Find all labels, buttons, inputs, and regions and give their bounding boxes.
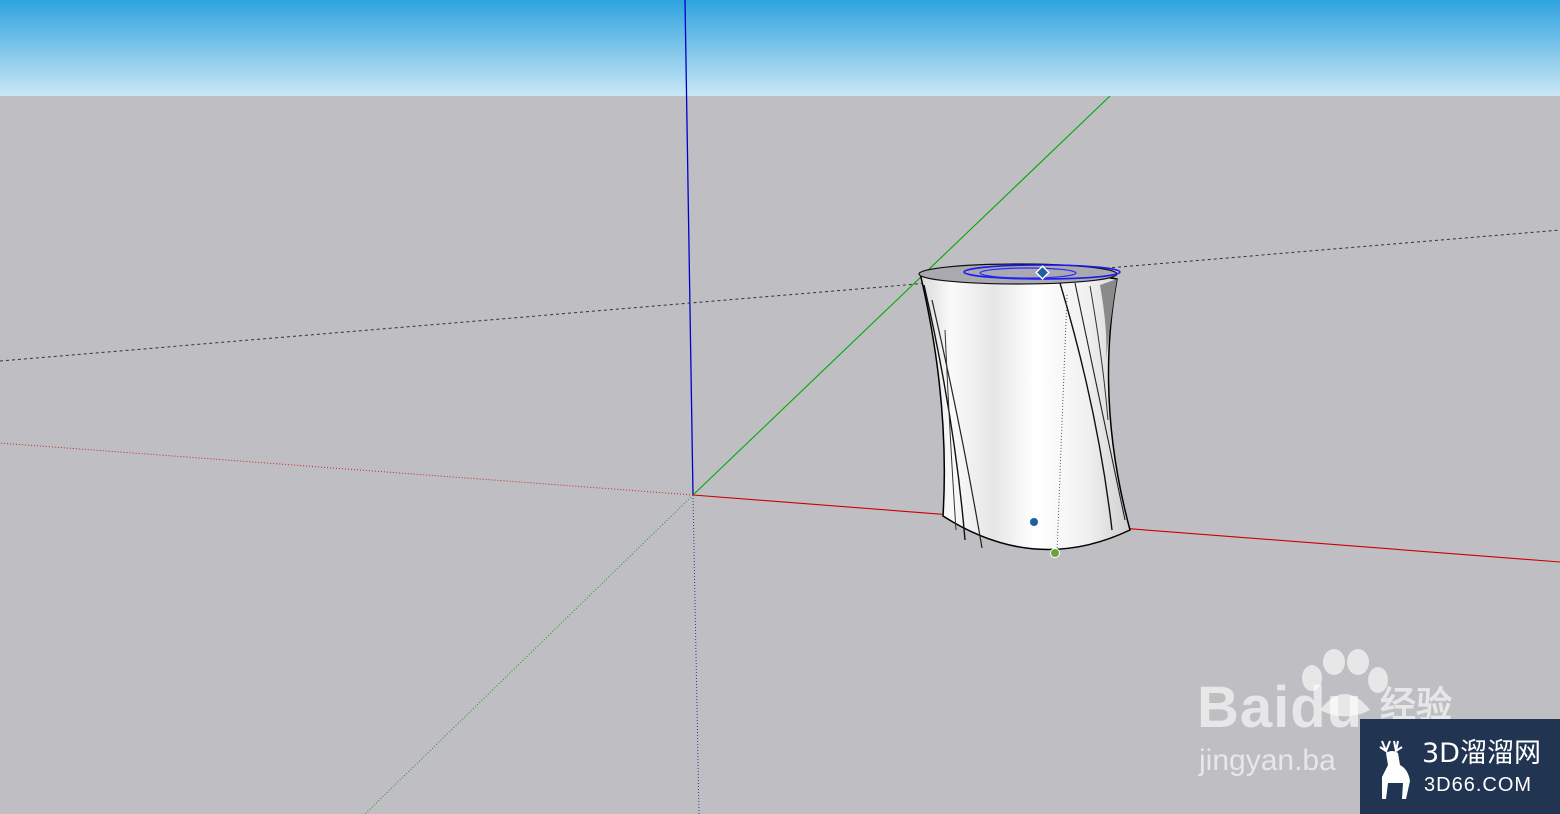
3d66-watermark: 3D溜溜网 3D66.COM (1360, 719, 1560, 814)
cylinder-body[interactable] (919, 267, 1131, 551)
endpoint-icon[interactable] (1050, 548, 1060, 558)
baidu-url-text: jingyan.ba (1199, 744, 1336, 777)
baidu-brand-text: Baidu (1197, 675, 1364, 740)
sky (0, 0, 1560, 96)
sketchup-viewport[interactable]: Baidu 经验 jingyan.ba 3D溜溜网 3D66.COM (0, 0, 1560, 814)
twisted-cylinder-model[interactable] (918, 263, 1131, 558)
3d66-url-text: 3D66.COM (1424, 774, 1533, 796)
3d66-title-text: 3D溜溜网 (1422, 738, 1541, 769)
center-point-icon[interactable] (1030, 518, 1038, 526)
deer-logo-icon (1379, 740, 1410, 799)
